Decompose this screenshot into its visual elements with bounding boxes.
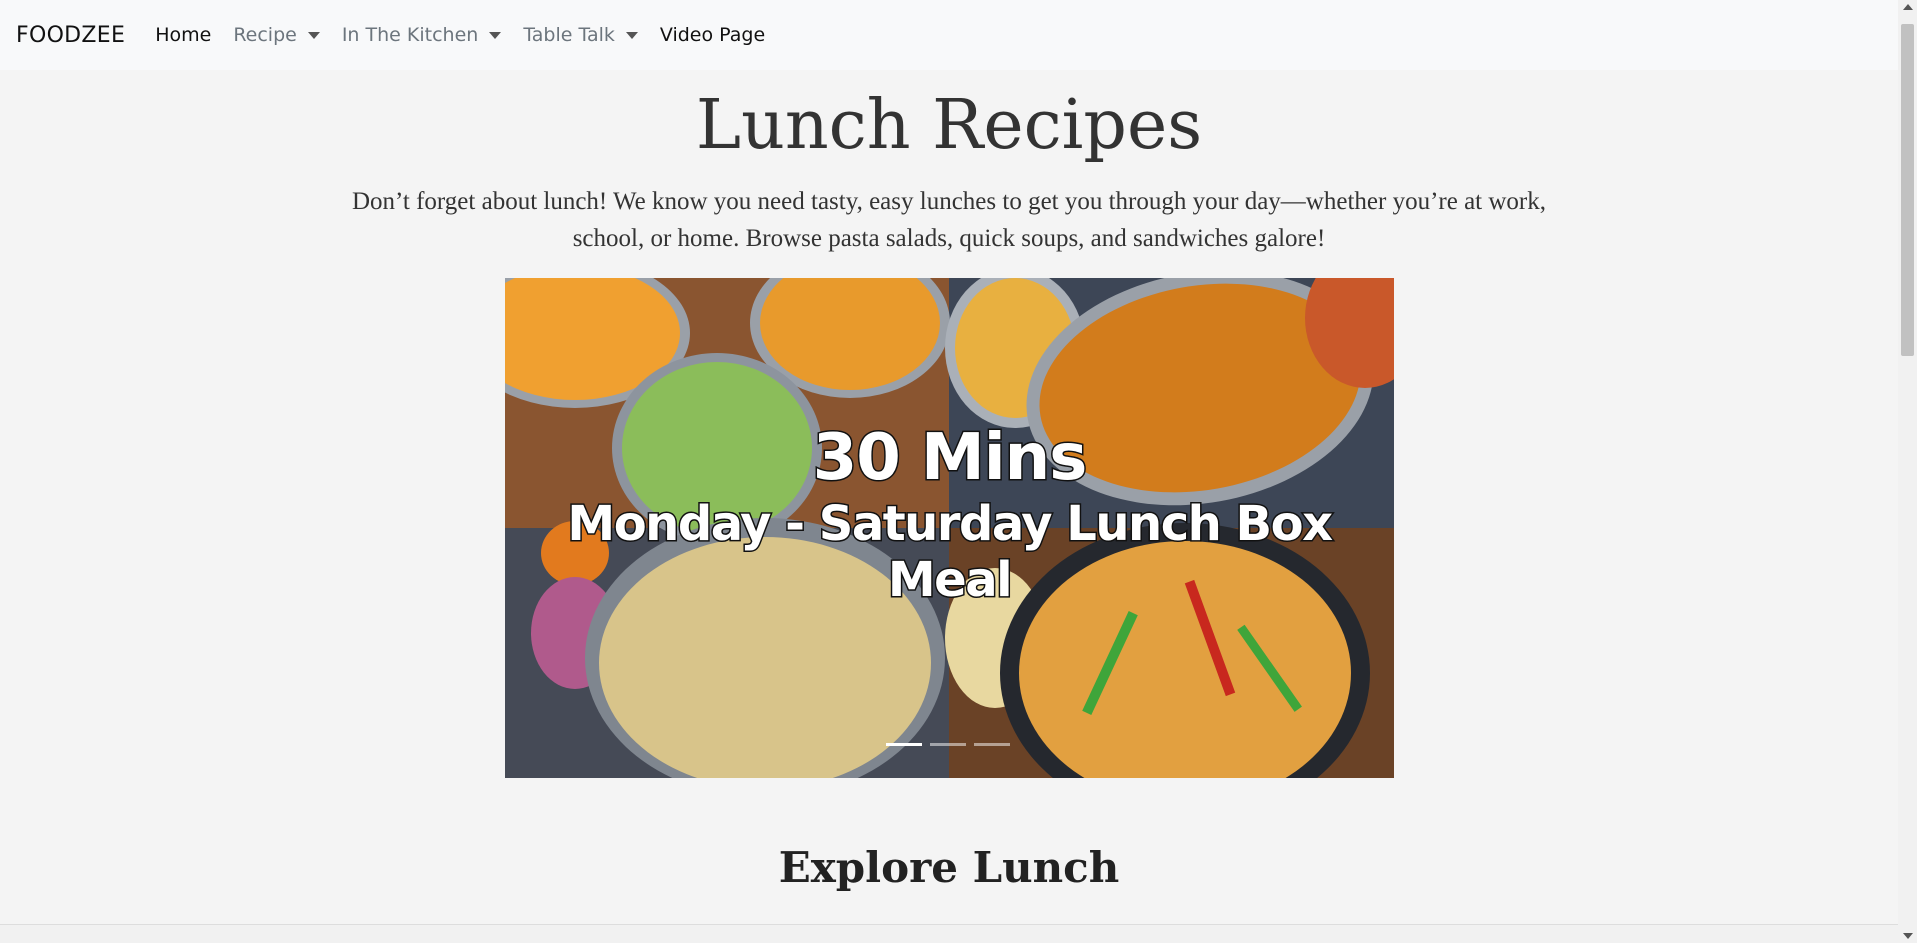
chevron-down-icon (625, 31, 638, 39)
carousel-indicator-2[interactable] (930, 743, 966, 746)
carousel-indicator-3[interactable] (974, 743, 1010, 746)
section-heading-explore: Explore Lunch (778, 843, 1120, 892)
scroll-up-arrow-icon[interactable] (1903, 4, 1913, 10)
nav-table-talk-label: Table Talk (523, 24, 615, 46)
chevron-down-icon (489, 31, 502, 39)
nav-home-label: Home (155, 24, 212, 46)
chevron-down-icon (307, 31, 320, 39)
nav-in-the-kitchen-dropdown[interactable]: In The Kitchen (341, 24, 502, 46)
nav-video-page[interactable]: Video Page (660, 24, 765, 46)
nav-kitchen-label: In The Kitchen (341, 24, 479, 46)
nav-table-talk-dropdown[interactable]: Table Talk (523, 24, 638, 46)
intro-paragraph: Don’t forget about lunch! We know you ne… (351, 188, 1546, 252)
scroll-down-arrow-icon[interactable] (1903, 933, 1913, 939)
vertical-scrollbar[interactable] (1898, 0, 1917, 943)
top-navbar: FOODZEE Home Recipe In The Kitchen Table… (0, 0, 1898, 70)
carousel-caption-main: 30 Mins (811, 420, 1089, 497)
brand-logo[interactable]: FOODZEE (16, 23, 125, 48)
scrollbar-thumb[interactable] (1901, 24, 1914, 356)
horizontal-scrollbar[interactable] (0, 924, 1898, 943)
nav-home[interactable]: Home (155, 24, 211, 46)
hero-carousel[interactable]: 30 Mins Monday - Saturday Lunch Box Meal (505, 278, 1394, 778)
nav-recipe-dropdown[interactable]: Recipe (233, 24, 320, 46)
carousel-indicators (886, 743, 1010, 746)
carousel-indicator-1[interactable] (886, 743, 922, 746)
nav-recipe-label: Recipe (233, 24, 297, 46)
nav-video-label: Video Page (659, 24, 766, 46)
carousel-caption-sub: Monday - Saturday Lunch Box Meal (566, 495, 1335, 610)
page-title: Lunch Recipes (695, 86, 1203, 165)
